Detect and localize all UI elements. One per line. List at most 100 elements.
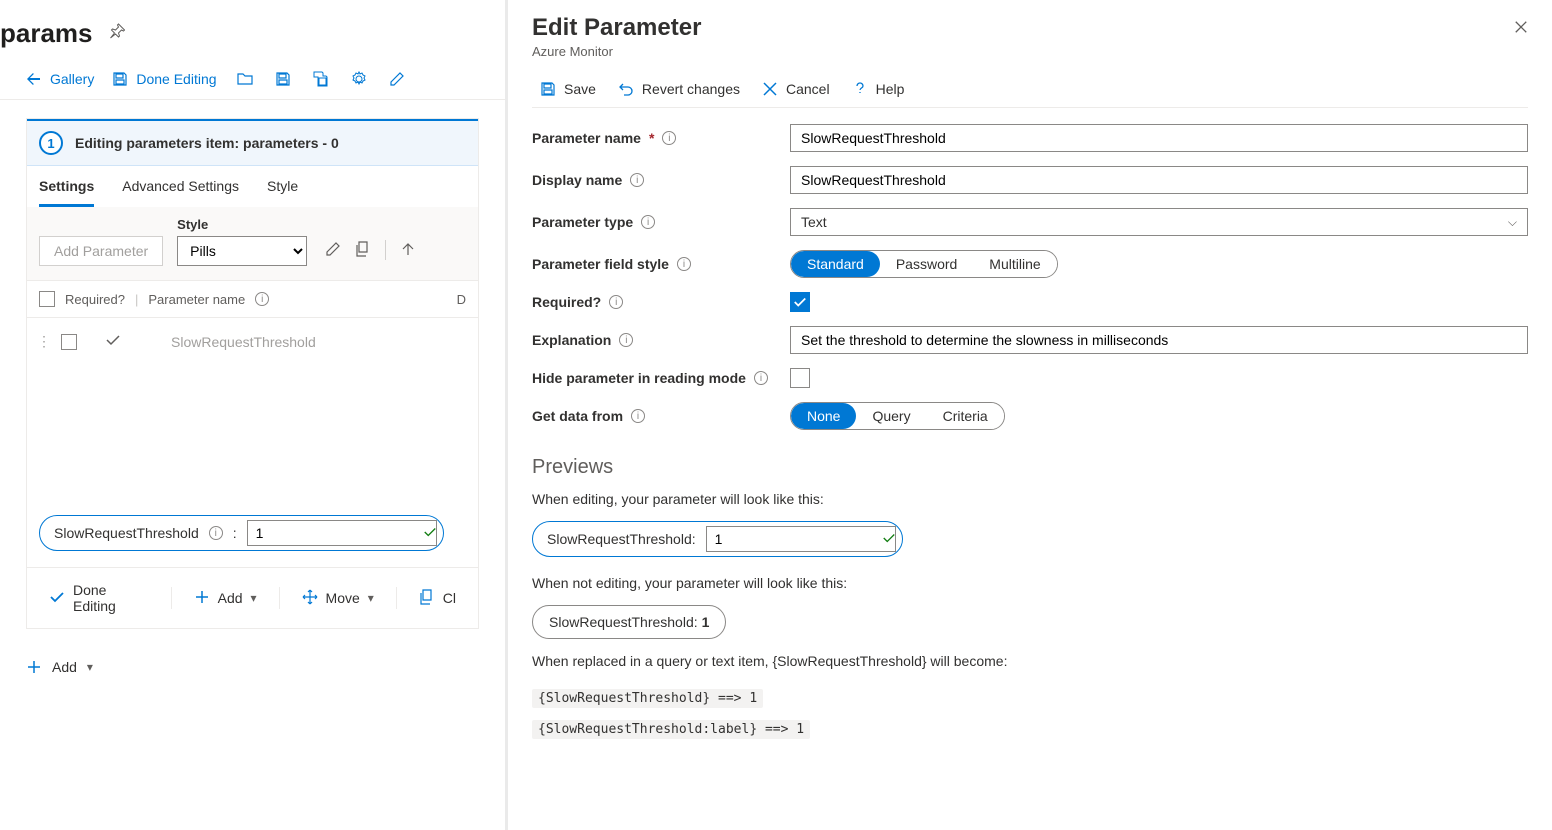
- preview-edit-label: SlowRequestThreshold:: [547, 531, 696, 547]
- revert-label: Revert changes: [642, 81, 740, 97]
- previews-title: Previews: [532, 456, 1528, 479]
- chevron-down-icon: ▾: [87, 660, 93, 674]
- save-button[interactable]: Save: [540, 81, 596, 97]
- info-icon[interactable]: i: [619, 333, 633, 347]
- done-editing-button[interactable]: Done Editing: [112, 71, 216, 87]
- card-header: 1 Editing parameters item: parameters - …: [27, 119, 478, 166]
- get-data-label: Get data from: [532, 408, 623, 424]
- preview-input[interactable]: [247, 520, 437, 546]
- tab-settings[interactable]: Settings: [39, 178, 94, 207]
- code-line-2: {SlowRequestThreshold:label} ==> 1: [532, 720, 810, 739]
- add-label: Add: [52, 659, 77, 675]
- drag-handle-icon[interactable]: ⋮: [37, 333, 51, 350]
- preview-label: SlowRequestThreshold: [54, 525, 199, 541]
- footer-done-editing-button[interactable]: Done Editing: [41, 578, 157, 618]
- col-d: D: [457, 292, 466, 307]
- explanation-label: Explanation: [532, 332, 611, 348]
- footer-move-button[interactable]: Move ▾: [294, 585, 382, 612]
- edit-icon[interactable]: [387, 69, 407, 89]
- select-all-checkbox[interactable]: [39, 291, 55, 307]
- col-required: Required?: [65, 292, 125, 307]
- param-name-input[interactable]: [790, 124, 1528, 152]
- get-data-group: None Query Criteria: [790, 402, 1005, 430]
- display-name-label: Display name: [532, 172, 622, 188]
- help-button[interactable]: Help: [852, 81, 905, 97]
- revert-button[interactable]: Revert changes: [618, 81, 740, 97]
- field-style-label: Parameter field style: [532, 256, 669, 272]
- pin-icon[interactable]: [109, 23, 125, 44]
- footer-clone-label: Cl: [443, 590, 456, 606]
- info-icon[interactable]: i: [641, 215, 655, 229]
- get-data-none[interactable]: None: [791, 403, 856, 429]
- gallery-label: Gallery: [50, 71, 94, 87]
- footer-move-label: Move: [326, 590, 360, 606]
- field-style-password[interactable]: Password: [880, 251, 973, 277]
- save-as-icon[interactable]: [311, 69, 331, 89]
- preview-editing-text: When editing, your parameter will look l…: [532, 491, 1528, 507]
- add-button[interactable]: Add ▾: [0, 629, 505, 675]
- panel-subtitle: Azure Monitor: [532, 44, 1528, 59]
- param-type-value: Text: [801, 214, 827, 230]
- footer-add-button[interactable]: Add ▾: [186, 585, 265, 612]
- done-editing-label: Done Editing: [136, 71, 216, 87]
- noedit-value: 1: [702, 614, 710, 630]
- info-icon[interactable]: i: [754, 371, 768, 385]
- explanation-input[interactable]: [790, 326, 1528, 354]
- settings-icon[interactable]: [349, 69, 369, 89]
- required-star: *: [649, 130, 654, 146]
- display-name-input[interactable]: [790, 166, 1528, 194]
- code-line-1: {SlowRequestThreshold} ==> 1: [532, 689, 763, 708]
- field-style-multiline[interactable]: Multiline: [973, 251, 1056, 277]
- tab-advanced[interactable]: Advanced Settings: [122, 178, 239, 207]
- row-param-name: SlowRequestThreshold: [171, 334, 316, 350]
- preview-replaced-text: When replaced in a query or text item, {…: [532, 653, 1528, 669]
- page-title: params: [0, 18, 93, 49]
- get-data-criteria[interactable]: Criteria: [927, 403, 1004, 429]
- field-style-standard[interactable]: Standard: [791, 251, 880, 277]
- preview-editing-pill: SlowRequestThreshold:: [532, 521, 903, 557]
- required-checkbox[interactable]: [790, 292, 810, 312]
- gallery-button[interactable]: Gallery: [26, 71, 94, 87]
- panel-title: Edit Parameter: [532, 14, 1528, 42]
- table-row[interactable]: ⋮ SlowRequestThreshold: [27, 318, 478, 365]
- preview-edit-input[interactable]: [706, 526, 896, 552]
- noedit-label: SlowRequestThreshold:: [549, 614, 698, 630]
- style-select[interactable]: Pills: [177, 236, 307, 266]
- chevron-down-icon: ▾: [251, 591, 257, 605]
- save-label: Save: [564, 81, 596, 97]
- info-icon[interactable]: i: [677, 257, 691, 271]
- tab-style[interactable]: Style: [267, 178, 298, 207]
- preview-noediting-text: When not editing, your parameter will lo…: [532, 575, 1528, 591]
- step-number: 1: [39, 131, 63, 155]
- param-name-label: Parameter name: [532, 130, 641, 146]
- hide-reading-checkbox[interactable]: [790, 368, 810, 388]
- add-parameter-button[interactable]: Add Parameter: [39, 236, 163, 266]
- col-param-name: Parameter name: [148, 292, 245, 307]
- close-icon[interactable]: [1514, 20, 1528, 39]
- open-icon[interactable]: [235, 69, 255, 89]
- chevron-down-icon: ⌵: [1508, 215, 1517, 230]
- info-icon[interactable]: i: [631, 409, 645, 423]
- row-checkbox[interactable]: [61, 334, 77, 350]
- info-icon[interactable]: i: [662, 131, 676, 145]
- info-icon[interactable]: i: [630, 173, 644, 187]
- save-icon[interactable]: [273, 69, 293, 89]
- preview-noediting-pill: SlowRequestThreshold: 1: [532, 605, 726, 639]
- param-type-select[interactable]: Text ⌵: [790, 208, 1528, 236]
- edit-row-icon[interactable]: [325, 241, 341, 260]
- move-up-icon[interactable]: [400, 241, 416, 260]
- copy-row-icon[interactable]: [355, 241, 371, 260]
- required-label: Required?: [532, 294, 601, 310]
- get-data-query[interactable]: Query: [856, 403, 926, 429]
- hide-reading-label: Hide parameter in reading mode: [532, 370, 746, 386]
- help-label: Help: [876, 81, 905, 97]
- style-label: Style: [177, 217, 307, 232]
- chevron-down-icon: ▾: [368, 591, 374, 605]
- footer-add-label: Add: [218, 590, 243, 606]
- card-header-text: Editing parameters item: parameters - 0: [75, 135, 339, 151]
- info-icon[interactable]: i: [255, 292, 269, 306]
- info-icon[interactable]: i: [609, 295, 623, 309]
- info-icon[interactable]: i: [209, 526, 223, 540]
- footer-clone-button[interactable]: Cl: [411, 585, 464, 612]
- cancel-button[interactable]: Cancel: [762, 81, 830, 97]
